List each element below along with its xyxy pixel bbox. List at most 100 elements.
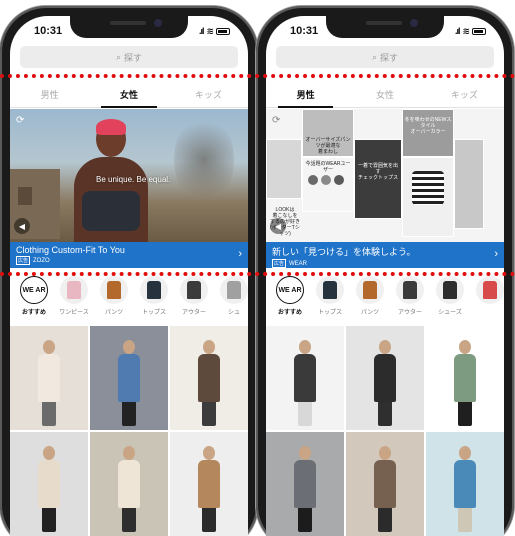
- category-item[interactable]: アウター: [174, 276, 214, 324]
- gender-tabs: 男性 女性 キッズ: [10, 82, 248, 108]
- collage-tile: [454, 139, 484, 229]
- search-placeholder: 探す: [380, 52, 399, 63]
- sound-icon[interactable]: ◀: [270, 218, 286, 234]
- phone-frame-left: 10:31 .ıl ≋ ⌕ 探す 男性 女性 キッズ Be unique. Be…: [0, 6, 258, 536]
- refresh-icon[interactable]: ⟳: [272, 115, 280, 126]
- notch: [326, 16, 444, 38]
- collage-caption: オーバーサイズパンツが最適な 着まわし: [305, 137, 351, 155]
- striped-shirt: [412, 171, 444, 205]
- outfit-photo[interactable]: [10, 432, 88, 536]
- figure-head: [203, 446, 215, 460]
- banner-person-hair: [96, 119, 126, 135]
- refresh-icon[interactable]: ⟳: [16, 115, 24, 126]
- category-label: トップス: [141, 310, 166, 316]
- category-image: [60, 276, 88, 304]
- category-item[interactable]: [470, 276, 504, 324]
- search-input[interactable]: ⌕ 探す: [276, 46, 494, 68]
- collage-caption: 今話題のWEARユーザー: [305, 161, 351, 173]
- figure-top: [198, 460, 220, 508]
- outfit-photo[interactable]: [10, 326, 88, 430]
- figure-top: [294, 354, 316, 402]
- tab-men[interactable]: 男性: [266, 82, 345, 108]
- figure-bottom: [202, 400, 216, 426]
- category-image: [436, 276, 464, 304]
- avatar: [334, 175, 344, 185]
- outfit-photo[interactable]: [426, 432, 504, 536]
- figure-top: [198, 354, 220, 402]
- tab-women[interactable]: 女性: [89, 82, 168, 108]
- outfit-photo[interactable]: [266, 432, 344, 536]
- figure-top: [374, 354, 396, 402]
- category-item[interactable]: ワンピース: [54, 276, 94, 324]
- wear-logo: WE AR: [20, 276, 48, 304]
- category-item[interactable]: WE AR おすすめ: [270, 276, 310, 324]
- annotation-dotted-line-bottom: [0, 272, 515, 276]
- gender-tabs: 男性 女性 キッズ: [266, 82, 504, 108]
- wifi-icon: ≋: [462, 25, 469, 36]
- category-item[interactable]: トップス: [134, 276, 174, 324]
- category-item[interactable]: シューズ: [430, 276, 470, 324]
- speaker: [110, 21, 146, 25]
- category-label: アウター: [181, 310, 206, 316]
- collage-tile: [266, 139, 302, 199]
- tab-women[interactable]: 女性: [345, 82, 424, 107]
- chevron-right-icon: ›: [494, 248, 498, 260]
- avatar: [321, 175, 331, 185]
- sound-icon[interactable]: ◀: [14, 218, 30, 234]
- outfit-photo[interactable]: [170, 326, 248, 430]
- banner-tree: [174, 115, 234, 205]
- chevron-right-icon: ›: [238, 248, 242, 260]
- figure-head: [299, 446, 311, 460]
- category-item[interactable]: トップス: [310, 276, 350, 324]
- category-label: ワンピース: [59, 310, 89, 316]
- search-input[interactable]: ⌕ 探す: [20, 46, 238, 68]
- outfit-photo[interactable]: [90, 326, 168, 430]
- ad-bar[interactable]: Clothing Custom-Fit To You 広告 ZOZO ›: [10, 242, 248, 268]
- garment-icon: [363, 281, 377, 299]
- outfit-photo[interactable]: [426, 326, 504, 430]
- banner-collage: オーバーサイズパンツが最適な 着まわし 今話題のWEARユーザー 一着で雰囲気を…: [266, 109, 504, 242]
- category-image: [356, 276, 384, 304]
- tab-men[interactable]: 男性: [10, 82, 89, 107]
- outfit-photo[interactable]: [170, 432, 248, 536]
- figure-bottom: [298, 400, 312, 426]
- outfit-photo[interactable]: [346, 326, 424, 430]
- category-item[interactable]: WE AR おすすめ: [14, 276, 54, 324]
- garment-icon: [403, 281, 417, 299]
- category-item[interactable]: パンツ: [94, 276, 134, 324]
- promo-banner[interactable]: オーバーサイズパンツが最適な 着まわし 今話題のWEARユーザー 一着で雰囲気を…: [266, 109, 504, 242]
- camera: [154, 19, 162, 27]
- tab-kids[interactable]: キッズ: [169, 82, 248, 107]
- banner-window: [18, 187, 32, 205]
- banner-tagline: Be unique. Be equal.: [96, 175, 171, 184]
- category-label: パンツ: [104, 310, 124, 316]
- ad-bar[interactable]: 新しい「見つける」を体験しよう。 広告 WEAR ›: [266, 242, 504, 268]
- screen-right: 10:31 .ıl ≋ ⌕ 探す 男性 女性 キッズ オーバーサイズパンツが最適…: [266, 16, 504, 536]
- promo-banner[interactable]: Be unique. Be equal. ⟳ ◀: [10, 109, 248, 242]
- camera: [410, 19, 418, 27]
- collage-caption: 冬を味わせのNEWスタイル オーバーカラー: [404, 117, 452, 135]
- category-item[interactable]: パンツ: [350, 276, 390, 324]
- outfit-photo[interactable]: [90, 432, 168, 536]
- outfit-photo[interactable]: [266, 326, 344, 430]
- garment-icon: [187, 281, 201, 299]
- phone-frame-right: 10:31 .ıl ≋ ⌕ 探す 男性 女性 キッズ オーバーサイズパンツが最適…: [256, 6, 514, 536]
- category-label: おすすめ: [21, 310, 46, 316]
- ad-brand: WEAR: [289, 260, 308, 267]
- outfit-photo[interactable]: [346, 432, 424, 536]
- category-item[interactable]: シュ: [214, 276, 248, 324]
- outfit-grid: [266, 326, 504, 536]
- figure-head: [459, 340, 471, 354]
- signal-icon: .ıl: [198, 26, 204, 36]
- category-label: シュ: [227, 310, 240, 316]
- search-icon: ⌕: [371, 51, 378, 62]
- tab-kids[interactable]: キッズ: [425, 82, 504, 107]
- figure-head: [123, 340, 135, 354]
- category-label: おすすめ: [277, 310, 302, 316]
- figure-bottom: [458, 400, 472, 426]
- figure-head: [379, 340, 391, 354]
- figure-bottom: [202, 506, 216, 532]
- category-item[interactable]: アウター: [390, 276, 430, 324]
- figure-head: [203, 340, 215, 354]
- figure-head: [43, 446, 55, 460]
